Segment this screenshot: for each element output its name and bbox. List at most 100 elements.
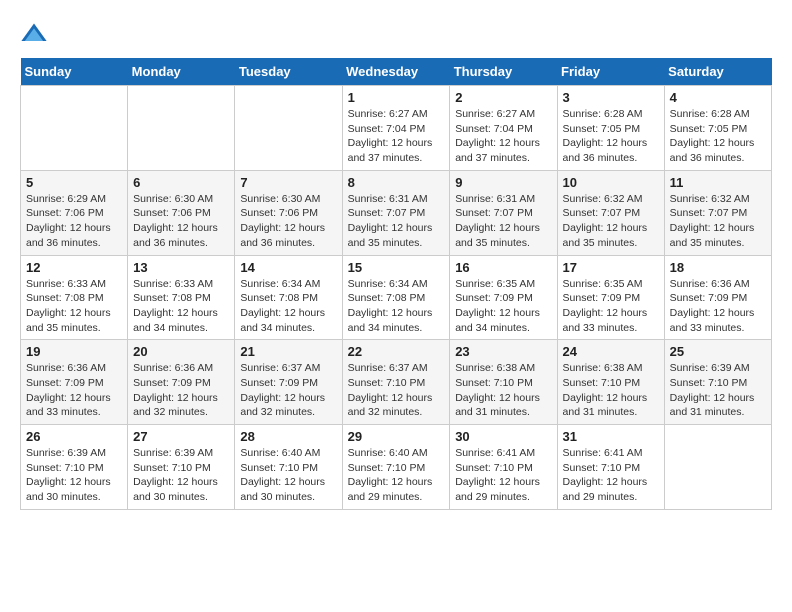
calendar-cell: 6 Sunrise: 6:30 AM Sunset: 7:06 PM Daylig…	[128, 170, 235, 255]
day-info: Sunrise: 6:34 AM Sunset: 7:08 PM Dayligh…	[240, 277, 336, 336]
logo	[20, 20, 52, 48]
calendar-cell: 31 Sunrise: 6:41 AM Sunset: 7:10 PM Dayli…	[557, 425, 664, 510]
calendar-table: SundayMondayTuesdayWednesdayThursdayFrid…	[20, 58, 772, 510]
day-info: Sunrise: 6:30 AM Sunset: 7:06 PM Dayligh…	[240, 192, 336, 251]
day-number: 20	[133, 344, 229, 359]
calendar-cell: 7 Sunrise: 6:30 AM Sunset: 7:06 PM Daylig…	[235, 170, 342, 255]
day-info: Sunrise: 6:31 AM Sunset: 7:07 PM Dayligh…	[455, 192, 551, 251]
calendar-cell: 9 Sunrise: 6:31 AM Sunset: 7:07 PM Daylig…	[450, 170, 557, 255]
day-number: 1	[348, 90, 445, 105]
day-info: Sunrise: 6:39 AM Sunset: 7:10 PM Dayligh…	[26, 446, 122, 505]
day-number: 9	[455, 175, 551, 190]
calendar-cell: 1 Sunrise: 6:27 AM Sunset: 7:04 PM Daylig…	[342, 86, 450, 171]
calendar-cell	[128, 86, 235, 171]
day-number: 3	[563, 90, 659, 105]
day-number: 8	[348, 175, 445, 190]
day-number: 23	[455, 344, 551, 359]
calendar-week-row: 12 Sunrise: 6:33 AM Sunset: 7:08 PM Dayli…	[21, 255, 772, 340]
day-number: 26	[26, 429, 122, 444]
day-number: 18	[670, 260, 766, 275]
day-info: Sunrise: 6:28 AM Sunset: 7:05 PM Dayligh…	[670, 107, 766, 166]
day-info: Sunrise: 6:36 AM Sunset: 7:09 PM Dayligh…	[133, 361, 229, 420]
day-number: 31	[563, 429, 659, 444]
day-info: Sunrise: 6:36 AM Sunset: 7:09 PM Dayligh…	[670, 277, 766, 336]
day-info: Sunrise: 6:30 AM Sunset: 7:06 PM Dayligh…	[133, 192, 229, 251]
day-info: Sunrise: 6:29 AM Sunset: 7:06 PM Dayligh…	[26, 192, 122, 251]
calendar-week-row: 1 Sunrise: 6:27 AM Sunset: 7:04 PM Daylig…	[21, 86, 772, 171]
calendar-cell: 15Sunrise: 6:34 AM Sunset: 7:08 PM Dayli…	[342, 255, 450, 340]
day-number: 19	[26, 344, 122, 359]
day-info: Sunrise: 6:34 AM Sunset: 7:08 PM Dayligh…	[348, 277, 445, 336]
day-number: 11	[670, 175, 766, 190]
calendar-cell: 10Sunrise: 6:32 AM Sunset: 7:07 PM Dayli…	[557, 170, 664, 255]
day-info: Sunrise: 6:40 AM Sunset: 7:10 PM Dayligh…	[240, 446, 336, 505]
calendar-header-row: SundayMondayTuesdayWednesdayThursdayFrid…	[21, 58, 772, 86]
calendar-cell: 28 Sunrise: 6:40 AM Sunset: 7:10 PM Dayli…	[235, 425, 342, 510]
day-info: Sunrise: 6:41 AM Sunset: 7:10 PM Dayligh…	[563, 446, 659, 505]
day-number: 21	[240, 344, 336, 359]
day-number: 28	[240, 429, 336, 444]
calendar-cell: 8 Sunrise: 6:31 AM Sunset: 7:07 PM Daylig…	[342, 170, 450, 255]
day-info: Sunrise: 6:37 AM Sunset: 7:10 PM Dayligh…	[348, 361, 445, 420]
day-of-week-header: Tuesday	[235, 58, 342, 86]
calendar-cell: 17Sunrise: 6:35 AM Sunset: 7:09 PM Dayli…	[557, 255, 664, 340]
day-info: Sunrise: 6:38 AM Sunset: 7:10 PM Dayligh…	[455, 361, 551, 420]
calendar-cell: 29 Sunrise: 6:40 AM Sunset: 7:10 PM Dayli…	[342, 425, 450, 510]
day-info: Sunrise: 6:41 AM Sunset: 7:10 PM Dayligh…	[455, 446, 551, 505]
day-info: Sunrise: 6:31 AM Sunset: 7:07 PM Dayligh…	[348, 192, 445, 251]
day-number: 7	[240, 175, 336, 190]
day-number: 5	[26, 175, 122, 190]
day-info: Sunrise: 6:39 AM Sunset: 7:10 PM Dayligh…	[133, 446, 229, 505]
day-info: Sunrise: 6:35 AM Sunset: 7:09 PM Dayligh…	[455, 277, 551, 336]
day-info: Sunrise: 6:40 AM Sunset: 7:10 PM Dayligh…	[348, 446, 445, 505]
day-info: Sunrise: 6:27 AM Sunset: 7:04 PM Dayligh…	[455, 107, 551, 166]
day-number: 30	[455, 429, 551, 444]
calendar-cell: 30 Sunrise: 6:41 AM Sunset: 7:10 PM Dayli…	[450, 425, 557, 510]
day-info: Sunrise: 6:33 AM Sunset: 7:08 PM Dayligh…	[26, 277, 122, 336]
day-info: Sunrise: 6:27 AM Sunset: 7:04 PM Dayligh…	[348, 107, 445, 166]
day-info: Sunrise: 6:39 AM Sunset: 7:10 PM Dayligh…	[670, 361, 766, 420]
day-number: 4	[670, 90, 766, 105]
calendar-cell	[664, 425, 771, 510]
calendar-cell: 3 Sunrise: 6:28 AM Sunset: 7:05 PM Daylig…	[557, 86, 664, 171]
calendar-cell: 20 Sunrise: 6:36 AM Sunset: 7:09 PM Dayli…	[128, 340, 235, 425]
page-header	[20, 20, 772, 48]
calendar-week-row: 5 Sunrise: 6:29 AM Sunset: 7:06 PM Daylig…	[21, 170, 772, 255]
calendar-cell: 24 Sunrise: 6:38 AM Sunset: 7:10 PM Dayli…	[557, 340, 664, 425]
calendar-week-row: 26 Sunrise: 6:39 AM Sunset: 7:10 PM Dayli…	[21, 425, 772, 510]
day-number: 10	[563, 175, 659, 190]
calendar-cell: 16 Sunrise: 6:35 AM Sunset: 7:09 PM Dayli…	[450, 255, 557, 340]
calendar-cell: 26 Sunrise: 6:39 AM Sunset: 7:10 PM Dayli…	[21, 425, 128, 510]
logo-icon	[20, 20, 48, 48]
day-number: 29	[348, 429, 445, 444]
day-info: Sunrise: 6:37 AM Sunset: 7:09 PM Dayligh…	[240, 361, 336, 420]
calendar-cell: 4 Sunrise: 6:28 AM Sunset: 7:05 PM Daylig…	[664, 86, 771, 171]
day-of-week-header: Wednesday	[342, 58, 450, 86]
calendar-cell: 12 Sunrise: 6:33 AM Sunset: 7:08 PM Dayli…	[21, 255, 128, 340]
day-of-week-header: Sunday	[21, 58, 128, 86]
calendar-cell	[21, 86, 128, 171]
day-number: 27	[133, 429, 229, 444]
calendar-cell: 21 Sunrise: 6:37 AM Sunset: 7:09 PM Dayli…	[235, 340, 342, 425]
day-number: 24	[563, 344, 659, 359]
day-of-week-header: Friday	[557, 58, 664, 86]
day-number: 17	[563, 260, 659, 275]
day-number: 25	[670, 344, 766, 359]
day-number: 13	[133, 260, 229, 275]
day-info: Sunrise: 6:28 AM Sunset: 7:05 PM Dayligh…	[563, 107, 659, 166]
calendar-cell: 27 Sunrise: 6:39 AM Sunset: 7:10 PM Dayli…	[128, 425, 235, 510]
day-of-week-header: Monday	[128, 58, 235, 86]
calendar-cell: 2Sunrise: 6:27 AM Sunset: 7:04 PM Daylig…	[450, 86, 557, 171]
calendar-cell	[235, 86, 342, 171]
day-info: Sunrise: 6:33 AM Sunset: 7:08 PM Dayligh…	[133, 277, 229, 336]
day-number: 16	[455, 260, 551, 275]
calendar-cell: 22Sunrise: 6:37 AM Sunset: 7:10 PM Dayli…	[342, 340, 450, 425]
calendar-week-row: 19 Sunrise: 6:36 AM Sunset: 7:09 PM Dayli…	[21, 340, 772, 425]
day-info: Sunrise: 6:38 AM Sunset: 7:10 PM Dayligh…	[563, 361, 659, 420]
day-info: Sunrise: 6:32 AM Sunset: 7:07 PM Dayligh…	[670, 192, 766, 251]
calendar-cell: 19 Sunrise: 6:36 AM Sunset: 7:09 PM Dayli…	[21, 340, 128, 425]
day-number: 6	[133, 175, 229, 190]
calendar-cell: 13 Sunrise: 6:33 AM Sunset: 7:08 PM Dayli…	[128, 255, 235, 340]
day-info: Sunrise: 6:36 AM Sunset: 7:09 PM Dayligh…	[26, 361, 122, 420]
day-number: 12	[26, 260, 122, 275]
